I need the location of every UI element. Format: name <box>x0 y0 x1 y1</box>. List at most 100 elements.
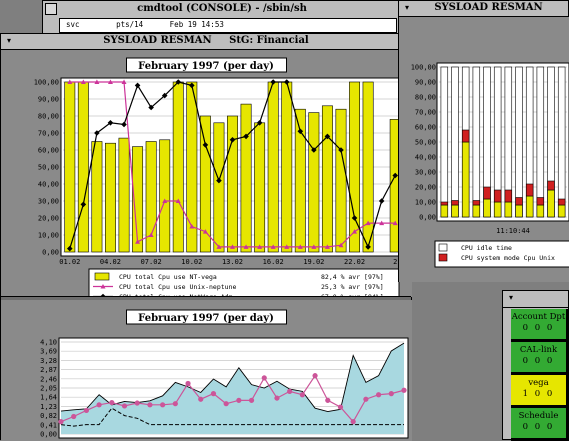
bar-idle <box>451 66 459 218</box>
point-marker <box>172 401 178 407</box>
point-marker <box>198 396 204 402</box>
y-tick-label: 80,00 <box>38 113 59 121</box>
point-marker <box>185 380 191 387</box>
bar-user <box>504 201 513 218</box>
bar-user <box>483 198 491 218</box>
console-text-area[interactable]: svc pts/14 Feb 19 14:53 <box>59 18 397 33</box>
x-tick-label: 13.02 <box>222 258 243 266</box>
y-tick-label: 40,00 <box>415 154 436 162</box>
x-tick-label: 07.02 <box>141 258 162 266</box>
y-tick-label: 0,00 <box>419 214 436 222</box>
main-titlebar[interactable]: ▾ SYSLOAD RESMAN StG: Financial <box>1 34 411 50</box>
y-tick-label: 1,64 <box>40 394 57 402</box>
bar-system <box>451 200 459 206</box>
point-marker <box>236 397 242 403</box>
bar-user <box>493 201 502 218</box>
status-tile-values: 0 0 0 <box>522 323 555 333</box>
point-marker <box>287 388 293 394</box>
bar <box>64 81 76 253</box>
point-marker <box>210 391 217 397</box>
status-tile-name: Account Dpt <box>511 312 566 322</box>
bar-user <box>547 189 555 218</box>
point-marker <box>261 375 267 381</box>
bar-system <box>525 183 534 197</box>
bar-user <box>440 204 449 218</box>
main-window: ▾ SYSLOAD RESMAN StG: Financial February… <box>0 33 412 441</box>
status-tiles: Account Dpt 0 0 0 CAL-link 0 0 0 vega 1 0 0 Sc… <box>511 309 569 441</box>
right-titlebar[interactable]: ▾ SYSLOAD RESMAN <box>399 1 568 17</box>
point-marker <box>299 392 305 398</box>
console-user: svc <box>66 20 80 29</box>
bar <box>281 81 293 253</box>
main-title-text: SYSLOAD RESMAN <box>103 35 212 46</box>
y-tick-label: 20,00 <box>415 184 436 192</box>
legend-swatch <box>438 253 448 262</box>
point-marker <box>109 399 115 406</box>
bar <box>159 139 171 253</box>
bar-system <box>536 197 545 206</box>
bar-idle <box>557 66 566 218</box>
bar-system <box>493 189 502 203</box>
y-tick-label: 10,00 <box>415 199 436 207</box>
status-tile-name: vega <box>528 378 549 388</box>
right-title: SYSLOAD RESMAN <box>434 2 543 13</box>
y-tick-label: 100,00 <box>411 64 436 72</box>
status-tile-name: Schedule <box>518 411 559 421</box>
point-marker <box>337 404 344 410</box>
time-label: 11:10:44 <box>496 227 530 235</box>
bar <box>118 137 130 253</box>
point-marker <box>134 400 140 406</box>
point-marker <box>96 402 102 408</box>
bar <box>240 103 252 253</box>
right-window: ▾ SYSLOAD RESMAN 0,00 10,00 20,00 30,00 40,0… <box>398 0 569 282</box>
y-tick-label: 0,00 <box>42 249 59 257</box>
bar-user <box>451 204 459 218</box>
status-tile-values: 1 0 0 <box>522 389 555 399</box>
point-marker <box>363 396 369 402</box>
bar-system <box>440 201 449 206</box>
status-tile-values: 0 0 0 <box>522 422 555 432</box>
y-tick-label: 90,00 <box>415 79 436 87</box>
legend-swatch <box>438 243 448 252</box>
status-tile-name: CAL-link <box>519 345 558 355</box>
y-tick-label: 30,00 <box>415 169 436 177</box>
bar <box>335 108 347 253</box>
y-tick-label: 60,00 <box>415 124 436 132</box>
status-panel-header[interactable]: ▾ <box>503 291 568 308</box>
bar-system <box>547 180 555 191</box>
status-tile[interactable]: Schedule 0 0 0 <box>511 408 566 439</box>
bar-system <box>504 189 513 203</box>
y-tick-label: 40,00 <box>38 181 59 189</box>
console-date: Feb 19 14:53 <box>169 20 224 29</box>
y-tick-label: 0,41 <box>40 421 57 429</box>
bar-idle <box>440 66 449 218</box>
bar-user <box>525 195 534 218</box>
bar-user <box>461 141 470 218</box>
point-marker <box>160 402 166 408</box>
bar <box>213 122 225 253</box>
point-marker <box>71 413 77 420</box>
x-tick-label: 19.02 <box>303 258 324 266</box>
status-menu-icon[interactable]: ▾ <box>506 293 516 303</box>
status-tile[interactable]: CAL-link 0 0 0 <box>511 342 566 373</box>
y-tick-label: 0,00 <box>40 431 57 439</box>
bar <box>254 122 266 253</box>
y-tick-label: 30,00 <box>38 198 59 206</box>
bar-system <box>461 129 470 143</box>
bar-idle <box>536 66 545 218</box>
y-tick-label: 4,10 <box>40 339 57 347</box>
legend-label: CPU idle time <box>461 244 512 252</box>
point-marker <box>223 401 229 407</box>
status-tile[interactable]: vega 1 0 0 <box>511 375 566 406</box>
y-tick-label: 50,00 <box>415 139 436 147</box>
y-tick-label: 70,00 <box>415 109 436 117</box>
y-tick-label: 1,23 <box>40 403 57 411</box>
y-tick-label: 20,00 <box>38 215 59 223</box>
status-tile[interactable]: Account Dpt 0 0 0 <box>511 309 566 340</box>
bar <box>362 81 374 253</box>
y-tick-label: 2,05 <box>40 385 57 393</box>
x-tick-label: 22.02 <box>344 258 365 266</box>
load-area-chart: February 1997 (per day) 0,00 0,410,821,231… <box>1 300 412 441</box>
x-tick-label: 2 <box>393 258 397 266</box>
main-subtitle: StG: Financial <box>229 35 309 46</box>
